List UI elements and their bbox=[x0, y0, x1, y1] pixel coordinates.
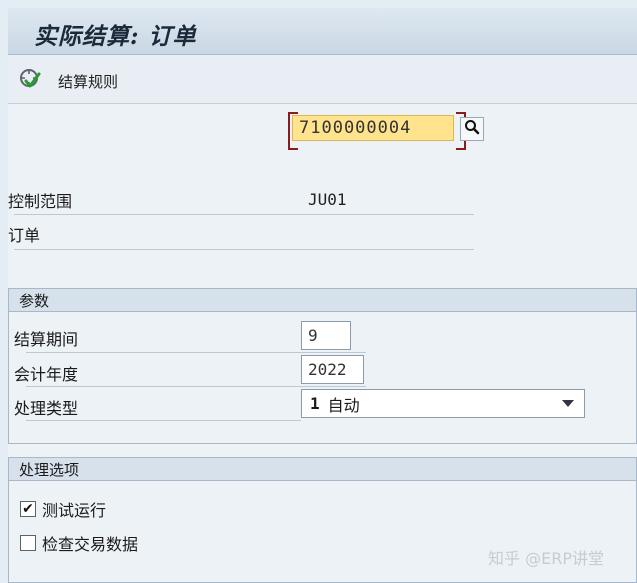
application-toolbar: 结算规则 bbox=[8, 55, 637, 104]
order-search-help-button[interactable] bbox=[460, 117, 484, 141]
title-bar: 实际结算: 订单 bbox=[8, 8, 637, 55]
check-trans-checkbox[interactable] bbox=[20, 535, 36, 551]
period-label: 结算期间 bbox=[14, 330, 79, 349]
processing-type-key: 1 bbox=[310, 394, 320, 413]
controlling-area-label: 控制范围 bbox=[8, 192, 73, 211]
test-run-checkbox-row[interactable]: ✔ 测试运行 bbox=[20, 497, 106, 521]
watermark: 知乎 @ERP讲堂 bbox=[488, 549, 604, 568]
test-run-checkbox[interactable]: ✔ bbox=[20, 501, 36, 517]
page-title: 实际结算: 订单 bbox=[34, 23, 197, 50]
order-input[interactable]: 7100000004 bbox=[292, 115, 454, 141]
order-field-wrapper: 7100000004 bbox=[288, 112, 466, 150]
fiscal-year-label: 会计年度 bbox=[14, 365, 79, 384]
divider bbox=[14, 249, 474, 250]
fiscal-year-input[interactable]: 2022 bbox=[301, 355, 364, 384]
parameters-title: 参数 bbox=[9, 289, 636, 312]
divider bbox=[26, 420, 301, 421]
period-input[interactable]: 9 bbox=[301, 321, 351, 350]
processing-type-select[interactable]: 1 自动 bbox=[301, 389, 585, 418]
divider bbox=[14, 214, 474, 215]
settlement-rules-label: 结算规则 bbox=[58, 72, 119, 91]
chevron-down-icon bbox=[562, 400, 574, 407]
divider bbox=[26, 386, 366, 387]
controlling-area-row: 控制范围 bbox=[8, 187, 72, 213]
divider bbox=[26, 352, 366, 353]
order-row: 订单 bbox=[8, 221, 40, 247]
search-icon bbox=[464, 119, 480, 139]
execute-rules-icon bbox=[18, 67, 42, 95]
settlement-rules-button[interactable]: 结算规则 bbox=[18, 67, 118, 95]
test-run-label: 测试运行 bbox=[42, 501, 107, 520]
check-trans-label: 检查交易数据 bbox=[42, 535, 139, 554]
processing-type-label: 处理类型 bbox=[14, 399, 79, 418]
controlling-area-value: JU01 bbox=[308, 190, 347, 209]
processing-options-title: 处理选项 bbox=[9, 458, 636, 481]
processing-type-text: 自动 bbox=[327, 395, 360, 415]
check-trans-checkbox-row[interactable]: 检查交易数据 bbox=[20, 531, 138, 555]
order-label: 订单 bbox=[8, 226, 41, 245]
